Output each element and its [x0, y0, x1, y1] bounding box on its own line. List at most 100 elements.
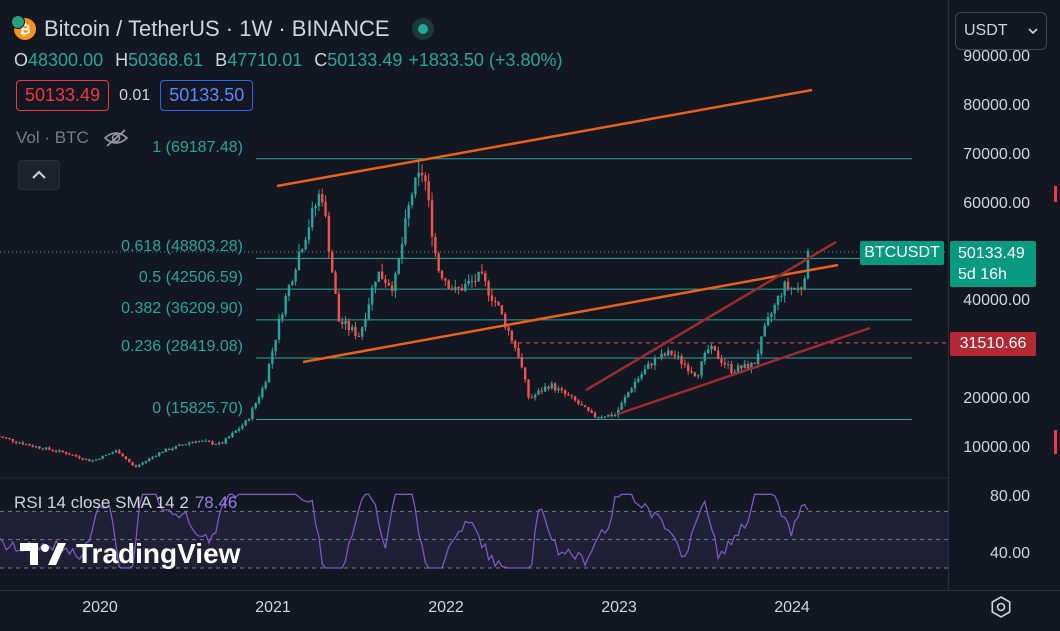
candle-body	[783, 281, 786, 296]
candle-body	[21, 442, 25, 445]
candle-body	[517, 347, 520, 358]
buy-button[interactable]: 50133.50	[160, 80, 254, 111]
candle-body	[427, 181, 430, 201]
candle-body	[301, 249, 304, 253]
candle-body	[444, 278, 447, 281]
candle-body	[600, 416, 603, 418]
candle-body	[134, 465, 138, 467]
collapse-legend-button[interactable]	[18, 160, 60, 190]
chart-settings-button[interactable]	[988, 594, 1014, 620]
candle-body	[44, 447, 48, 450]
candle-body	[690, 371, 693, 373]
candle-body	[98, 458, 101, 460]
symbol-price-tag: BTCUSDT	[860, 241, 944, 265]
candle-body	[450, 288, 454, 290]
candle-body	[377, 271, 380, 282]
volume-legend[interactable]: Vol · BTC	[16, 128, 129, 148]
candle-body	[94, 459, 98, 461]
symbol-title[interactable]: Bitcoin / TetherUS · 1W · BINANCE	[44, 16, 390, 42]
candle-body	[673, 354, 677, 357]
candle-body	[437, 253, 440, 271]
candle-body	[533, 394, 537, 398]
volume-label: Vol · BTC	[16, 128, 89, 147]
candle-body	[261, 388, 264, 398]
candle-body	[24, 444, 28, 446]
candle-body	[474, 280, 477, 282]
candle-body	[164, 448, 168, 453]
candle-body	[706, 349, 710, 353]
candle-body	[527, 379, 530, 398]
candle-body	[344, 320, 347, 325]
candle-body	[477, 271, 480, 282]
ohlc-legend: O 48300.00 H 50368.61 B 47710.01 C 50133.49 …	[14, 50, 562, 71]
candle-body	[657, 357, 660, 359]
candle-body	[128, 459, 131, 463]
candle-body	[254, 403, 257, 409]
candle-body	[267, 363, 271, 383]
candle-body	[776, 296, 780, 305]
sell-button[interactable]: 50133.49	[16, 80, 110, 111]
candle-body	[247, 419, 251, 421]
candle-body	[68, 453, 71, 455]
candle-body	[553, 383, 557, 391]
candle-body	[231, 432, 234, 437]
candle-body	[31, 445, 34, 447]
close-value: 50133.49	[327, 50, 403, 70]
candle-body	[547, 386, 550, 389]
candle-body	[324, 202, 327, 216]
price-axis[interactable]: 90000.0080000.0070000.0060000.0050000.00…	[948, 0, 1060, 590]
candle-body	[357, 336, 361, 338]
candle-body	[214, 444, 217, 446]
candle-body	[281, 314, 284, 319]
rsi-legend[interactable]: RSI 14 close SMA 14 2 78.46	[14, 493, 237, 513]
candle-body	[364, 319, 367, 328]
candle-body	[327, 215, 331, 252]
currency-select[interactable]: USDT	[955, 12, 1047, 50]
candle-body	[307, 227, 311, 240]
candle-body	[407, 205, 410, 219]
candle-body	[287, 285, 291, 297]
candle-body	[118, 450, 121, 454]
candle-body	[108, 453, 111, 455]
candle-body	[420, 172, 424, 176]
candle-body	[187, 442, 191, 445]
candle-body	[677, 355, 680, 357]
low-label: B	[215, 50, 228, 70]
candle-body	[756, 353, 760, 364]
candle-body	[161, 452, 164, 454]
candle-body	[723, 362, 726, 365]
candle-body	[88, 459, 91, 462]
tradingview-logo[interactable]: TradingView	[20, 538, 240, 570]
candle-body	[806, 250, 810, 279]
candle-body	[227, 436, 231, 439]
gear-icon	[991, 596, 1011, 618]
candle-body	[667, 350, 670, 356]
candle-body	[350, 326, 354, 331]
candle-body	[291, 281, 294, 286]
trend-channels	[276, 88, 871, 416]
eye-crossed-icon[interactable]	[103, 128, 129, 148]
candle-body	[121, 453, 124, 457]
candle-body	[14, 441, 18, 443]
candle-body	[480, 271, 484, 273]
fib-level-label: 0.236 (28419.08)	[121, 337, 243, 355]
candle-body	[647, 363, 650, 370]
candle-body	[793, 287, 796, 289]
candle-body	[390, 285, 394, 292]
candle-body	[563, 390, 567, 395]
candle-body	[500, 305, 504, 314]
price-tick: 40000.00	[963, 292, 1030, 310]
rsi-tick: 80.00	[989, 488, 1030, 506]
candle-body	[264, 382, 267, 389]
candle-body	[440, 270, 444, 279]
candle-body	[337, 293, 341, 322]
candle-body	[257, 397, 261, 404]
candle-body	[570, 395, 573, 397]
symbol-header[interactable]: ₿ Bitcoin / TetherUS · 1W · BINANCE	[11, 15, 434, 42]
candle-body	[470, 280, 474, 282]
candle-body	[74, 455, 78, 457]
candle-body	[384, 279, 387, 283]
time-axis[interactable]: 2020 2021 2022 2023 2024	[0, 590, 1060, 631]
candle-body	[11, 438, 15, 442]
candle-body	[104, 454, 108, 456]
